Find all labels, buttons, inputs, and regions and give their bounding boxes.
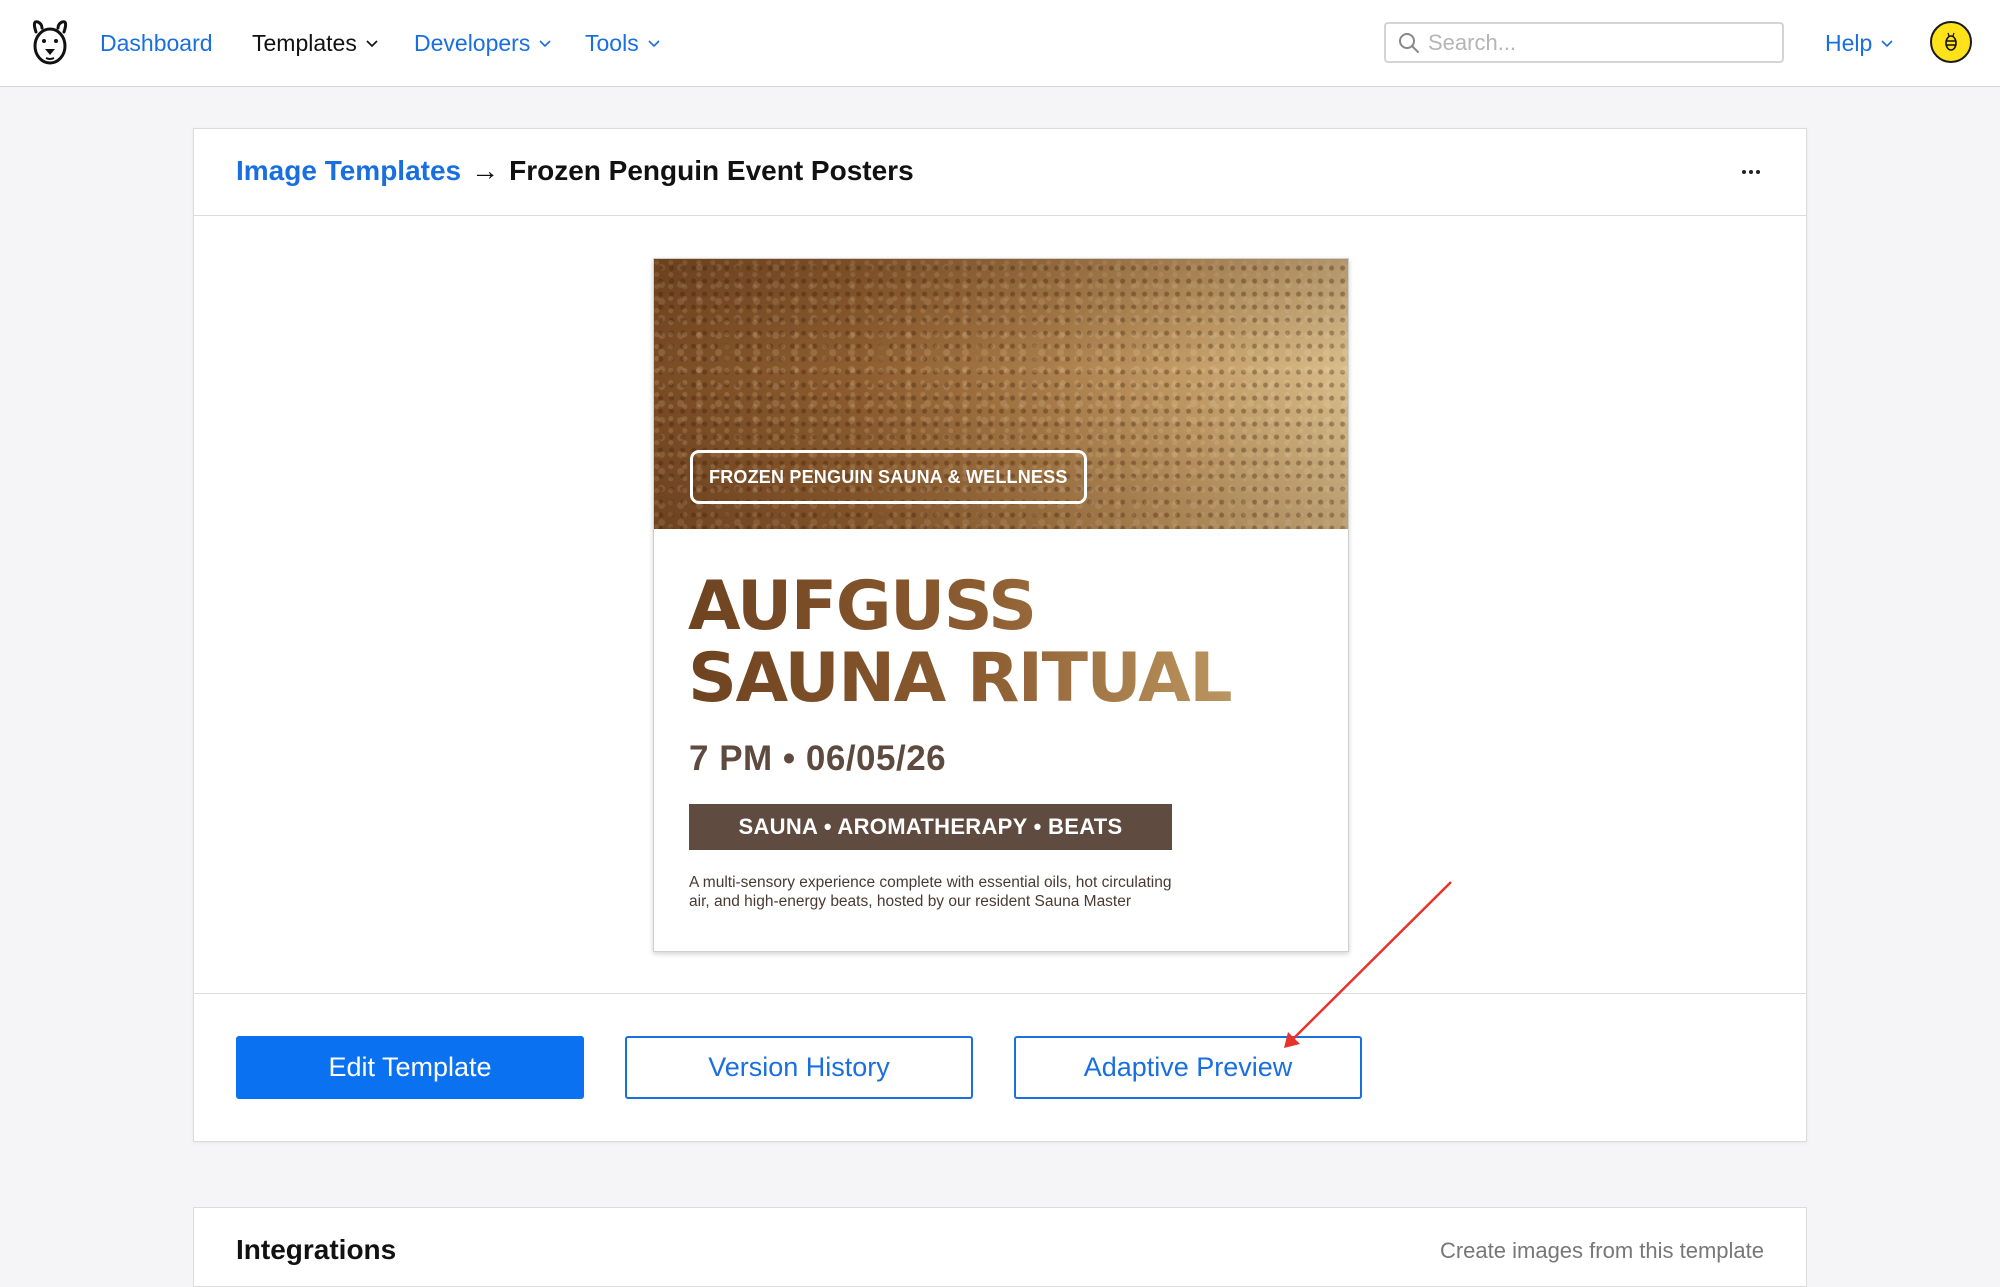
arrow-right-icon: → [471,155,500,186]
chevron-down-icon [366,40,378,48]
nav-help-label: Help [1825,30,1873,56]
poster-title-line1: AUFGUSS [688,567,1036,646]
card-header: Image Templates → Frozen Penguin Event P… [194,129,1806,216]
search-input[interactable] [1428,26,1768,59]
poster-badge: FROZEN PENGUIN SAUNA & WELLNESS [690,450,1087,504]
page-title: Frozen Penguin Event Posters [509,155,914,186]
nav-templates[interactable]: Templates [252,28,379,58]
more-options-button[interactable] [1736,157,1766,187]
top-navbar: Dashboard Templates Developers Tools Hel… [0,0,2000,87]
poster-tags: SAUNA • AROMATHERAPY • BEATS [689,804,1172,850]
poster-preview: FROZEN PENGUIN SAUNA & WELLNESS AUFGUSS … [653,258,1349,952]
edit-template-button[interactable]: Edit Template [236,1036,584,1099]
poster-description: A multi-sensory experience complete with… [689,873,1279,911]
breadcrumb: Image Templates → Frozen Penguin Event P… [236,155,914,187]
more-dot [1749,170,1753,174]
integrations-subtitle: Create images from this template [1439,1238,1764,1263]
chevron-down-icon [648,40,660,48]
card-actions: Edit Template Version History Adaptive P… [194,993,1806,1143]
breadcrumb-image-templates[interactable]: Image Templates [236,155,461,187]
poster-datetime: 7 PM • 06/05/26 [689,739,947,778]
nav-templates-label: Templates [252,30,357,56]
search-box [1384,22,1784,63]
poster-description-line1: A multi-sensory experience complete with… [689,874,1172,891]
adaptive-preview-button[interactable]: Adaptive Preview [1014,1036,1362,1099]
version-history-button[interactable]: Version History [625,1036,973,1099]
nav-tools[interactable]: Tools [585,28,661,58]
nav-dashboard-label: Dashboard [100,30,213,56]
integrations-title: Integrations [236,1234,397,1265]
poster-description-line2: air, and high-energy beats, hosted by ou… [689,893,1132,910]
search-icon [1399,33,1419,53]
nav-developers[interactable]: Developers [414,28,552,58]
template-preview-area: FROZEN PENGUIN SAUNA & WELLNESS AUFGUSS … [194,217,1806,1121]
more-horizontal-icon [1742,170,1746,174]
chevron-down-icon [539,40,551,48]
integrations-card: Integrations Create images from this tem… [193,1207,1807,1287]
template-card: Image Templates → Frozen Penguin Event P… [193,128,1807,1142]
avatar-bee-icon [1945,32,1957,51]
chevron-down-icon [1881,40,1893,48]
poster-title: AUFGUSS SAUNA RITUAL [688,571,1338,715]
nav-tools-label: Tools [585,30,639,56]
avatar[interactable] [1930,21,1972,63]
poster-title-line2: SAUNA RITUAL [688,639,1232,718]
more-dot [1756,170,1760,174]
nav-developers-label: Developers [414,30,531,56]
bear-logo-icon[interactable] [28,18,72,68]
nav-help[interactable]: Help [1825,28,1894,58]
nav-dashboard[interactable]: Dashboard [100,28,213,58]
